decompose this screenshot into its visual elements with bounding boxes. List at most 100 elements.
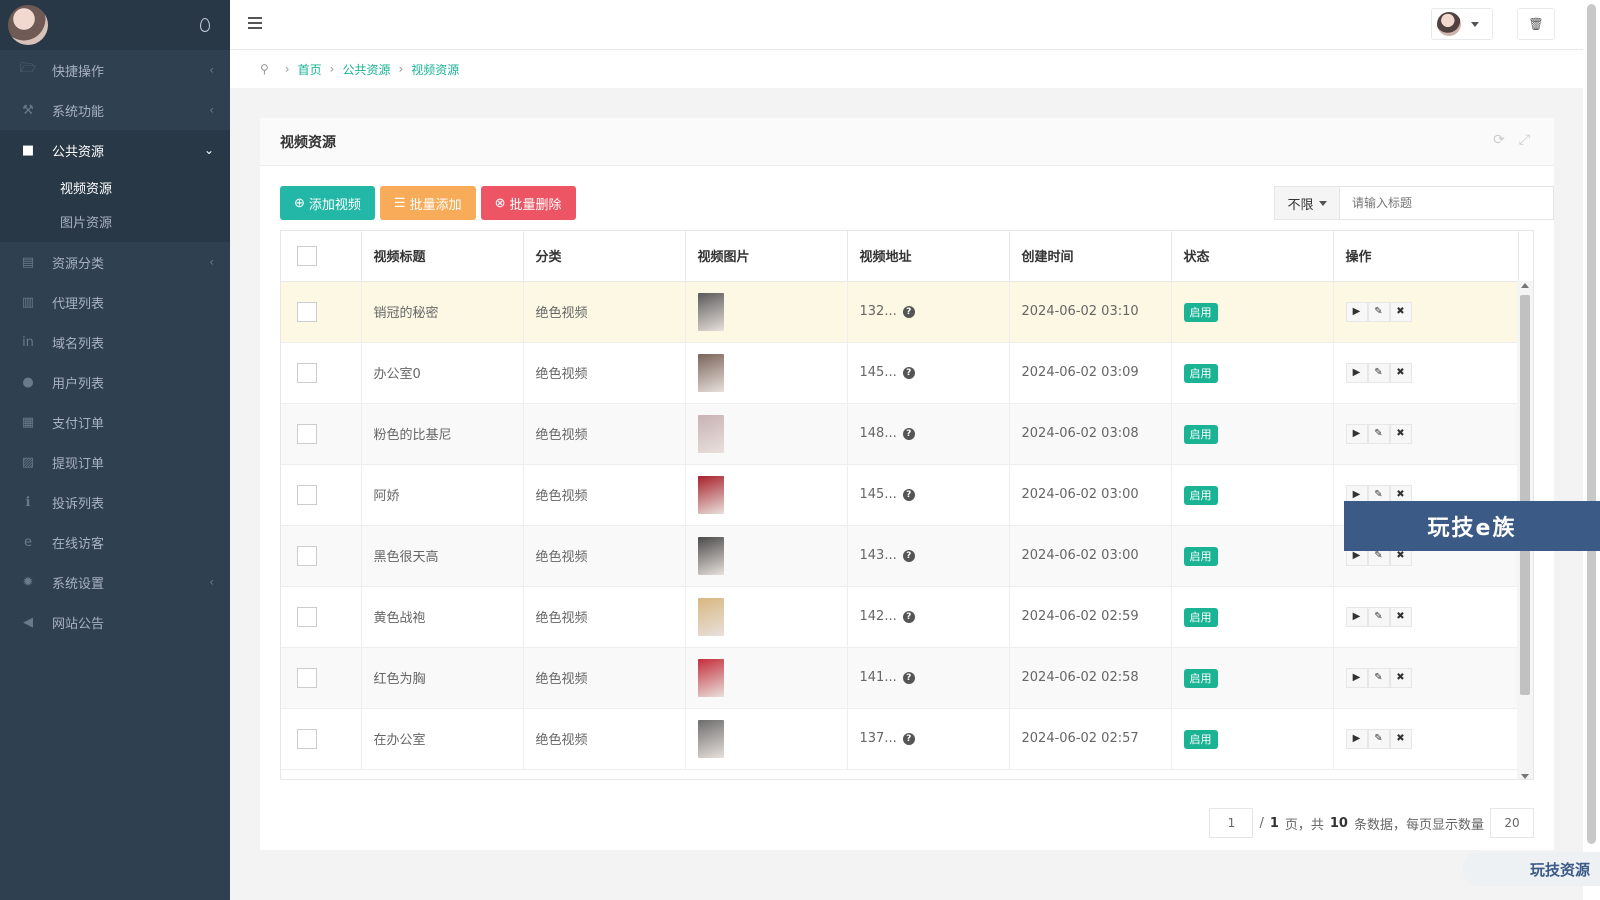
table-row[interactable]: 红色为胸 绝色视频 141...? 2024-06-02 02:58 启用 ▶ ✎ ✖ <box>281 647 1519 709</box>
sidebar-item[interactable]: ● 用户列表 <box>0 362 230 402</box>
search-input[interactable] <box>1340 186 1554 220</box>
question-icon[interactable]: ? <box>902 549 915 562</box>
logo-avatar[interactable] <box>8 5 48 45</box>
question-icon[interactable]: ? <box>902 366 915 379</box>
select-all-checkbox[interactable] <box>297 245 317 266</box>
edit-button[interactable]: ✎ <box>1367 301 1390 322</box>
batch-delete-button[interactable]: ⊗ 批量删除 <box>480 186 576 220</box>
page-number-input[interactable] <box>1209 808 1254 838</box>
play-button[interactable]: ▶ <box>1345 728 1368 749</box>
edit-button[interactable]: ✎ <box>1367 606 1390 627</box>
play-button[interactable]: ▶ <box>1345 362 1368 383</box>
sidebar-item[interactable]: ✹ 系统设置 ‹ <box>0 562 230 602</box>
sidebar-item[interactable]: ◀ 网站公告 <box>0 602 230 642</box>
sidebar-item[interactable]: ℹ 投诉列表 <box>0 482 230 522</box>
edit-button[interactable]: ✎ <box>1367 667 1390 688</box>
question-icon[interactable]: ? <box>902 427 915 440</box>
column-header[interactable]: 状态 <box>1171 231 1334 282</box>
status-badge[interactable]: 启用 <box>1183 607 1218 627</box>
table-row[interactable]: 在办公室 绝色视频 137...? 2024-06-02 02:57 启用 ▶ ✎ ✖ <box>281 708 1519 770</box>
breadcrumb-current[interactable]: 视频资源 <box>411 61 459 78</box>
play-button[interactable]: ▶ <box>1345 667 1368 688</box>
question-icon[interactable]: ? <box>902 305 915 318</box>
status-badge[interactable]: 启用 <box>1183 546 1218 566</box>
column-header[interactable]: 分类 <box>523 231 686 282</box>
play-button[interactable]: ▶ <box>1345 423 1368 444</box>
page-scrollbar[interactable] <box>1583 0 1600 900</box>
table-row[interactable]: 粉色的比基尼 绝色视频 148...? 2024-06-02 03:08 启用 ▶ ✎ ✖ <box>281 403 1519 465</box>
row-checkbox[interactable] <box>297 301 317 322</box>
column-header[interactable]: 创建时间 <box>1009 231 1172 282</box>
sidebar-item[interactable]: ▥ 代理列表 <box>0 282 230 322</box>
add-video-button[interactable]: ⊕ 添加视频 <box>280 186 375 220</box>
breadcrumb-section[interactable]: 公共资源 <box>342 61 390 78</box>
fullscreen-icon[interactable]: ⤢ <box>1519 132 1530 148</box>
status-badge[interactable]: 启用 <box>1183 302 1218 322</box>
clear-cache-button[interactable]: 🗑 <box>1517 8 1555 40</box>
question-icon[interactable]: ? <box>902 732 915 745</box>
sidebar-subitem[interactable]: 视频资源 <box>0 170 230 204</box>
sidebar-item[interactable]: e 在线访客 <box>0 522 230 562</box>
row-checkbox[interactable] <box>297 423 317 444</box>
video-thumbnail[interactable] <box>697 414 724 453</box>
table-row[interactable]: 销冠的秘密 绝色视频 132...? 2024-06-02 03:10 启用 ▶ ✎ ✖ <box>281 281 1519 343</box>
column-header[interactable]: 视频标题 <box>361 231 524 282</box>
edit-button[interactable]: ✎ <box>1367 362 1390 383</box>
row-checkbox[interactable] <box>297 728 317 749</box>
scrollbar-thumb[interactable] <box>1587 4 1596 844</box>
delete-button[interactable]: ✖ <box>1389 728 1412 749</box>
question-icon[interactable]: ? <box>902 610 915 623</box>
delete-button[interactable]: ✖ <box>1389 362 1412 383</box>
sidebar-item[interactable]: ■ 公共资源 ⌄ <box>0 130 230 170</box>
video-thumbnail[interactable] <box>697 536 724 575</box>
row-checkbox[interactable] <box>297 606 317 627</box>
video-thumbnail[interactable] <box>697 719 724 758</box>
sidebar-subitem[interactable]: 图片资源 <box>0 204 230 238</box>
sidebar-item[interactable]: in 域名列表 <box>0 322 230 362</box>
table-row[interactable]: 黑色很天高 绝色视频 143...? 2024-06-02 03:00 启用 ▶ ✎ ✖ <box>281 525 1519 587</box>
delete-button[interactable]: ✖ <box>1389 301 1412 322</box>
status-badge[interactable]: 启用 <box>1183 424 1218 444</box>
play-button[interactable]: ▶ <box>1345 301 1368 322</box>
delete-button[interactable]: ✖ <box>1389 606 1412 627</box>
row-checkbox[interactable] <box>297 667 317 688</box>
video-thumbnail[interactable] <box>697 658 724 697</box>
question-icon[interactable]: ? <box>902 488 915 501</box>
edit-button[interactable]: ✎ <box>1367 423 1390 444</box>
delete-button[interactable]: ✖ <box>1389 423 1412 444</box>
status-badge[interactable]: 启用 <box>1183 363 1218 383</box>
sidebar-item[interactable]: ▤ 资源分类 ‹ <box>0 242 230 282</box>
row-checkbox[interactable] <box>297 484 317 505</box>
breadcrumb-home[interactable]: 首页 <box>298 61 322 78</box>
table-row[interactable]: 阿娇 绝色视频 145...? 2024-06-02 03:00 启用 ▶ ✎ ✖ <box>281 464 1519 526</box>
video-thumbnail[interactable] <box>697 597 724 636</box>
scroll-up-icon[interactable] <box>1521 283 1529 288</box>
column-header[interactable]: 视频图片 <box>685 231 848 282</box>
column-header[interactable]: 视频地址 <box>847 231 1010 282</box>
batch-add-button[interactable]: ☰ 批量添加 <box>379 186 476 220</box>
page-size-input[interactable] <box>1490 808 1534 838</box>
table-row[interactable]: 办公室0 绝色视频 145...? 2024-06-02 03:09 启用 ▶ ✎ ✖ <box>281 342 1519 404</box>
water-drop-icon[interactable] <box>200 18 210 32</box>
table-row[interactable]: 黄色战袍 绝色视频 142...? 2024-06-02 02:59 启用 ▶ ✎ ✖ <box>281 586 1519 648</box>
refresh-icon[interactable]: ⟳ <box>1493 132 1505 148</box>
status-badge[interactable]: 启用 <box>1183 668 1218 688</box>
status-badge[interactable]: 启用 <box>1183 485 1218 505</box>
play-button[interactable]: ▶ <box>1345 606 1368 627</box>
edit-button[interactable]: ✎ <box>1367 728 1390 749</box>
video-thumbnail[interactable] <box>697 475 724 514</box>
scroll-down-icon[interactable] <box>1521 774 1529 779</box>
status-badge[interactable]: 启用 <box>1183 729 1218 749</box>
sidebar-item[interactable]: ▨ 提现订单 <box>0 442 230 482</box>
question-icon[interactable]: ? <box>902 671 915 684</box>
delete-button[interactable]: ✖ <box>1389 667 1412 688</box>
filter-dropdown[interactable]: 不限 <box>1274 186 1340 220</box>
user-menu[interactable] <box>1431 8 1493 40</box>
menu-toggle-icon[interactable] <box>248 17 262 29</box>
video-thumbnail[interactable] <box>697 292 724 331</box>
row-checkbox[interactable] <box>297 362 317 383</box>
column-header[interactable]: 操作 <box>1333 231 1519 282</box>
sidebar-item[interactable]: ⚒ 系统功能 ‹ <box>0 90 230 130</box>
row-checkbox[interactable] <box>297 545 317 566</box>
sidebar-item[interactable]: ▦ 支付订单 <box>0 402 230 442</box>
